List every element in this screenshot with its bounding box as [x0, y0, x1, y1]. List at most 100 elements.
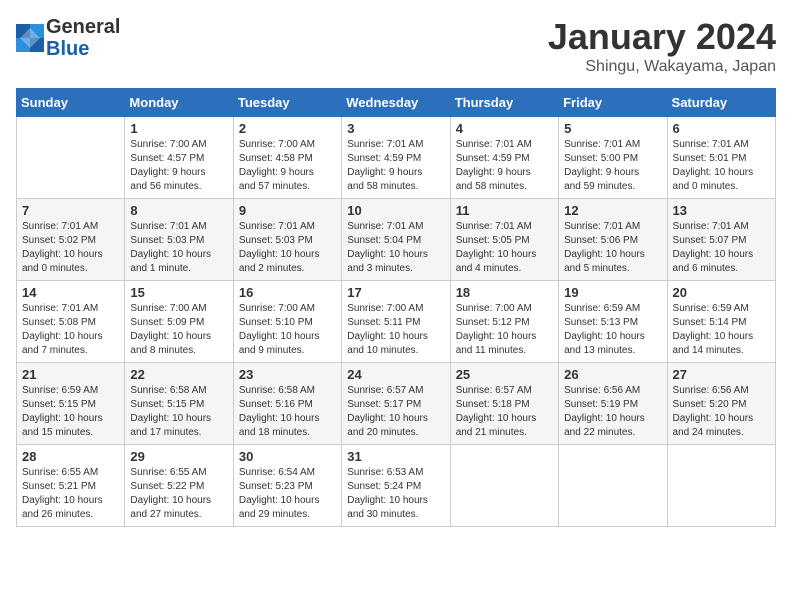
day-info: Sunrise: 7:01 AMSunset: 4:59 PMDaylight:…	[456, 138, 553, 194]
day-number: 5	[564, 121, 661, 136]
calendar-cell: 14 Sunrise: 7:01 AMSunset: 5:08 PMDayligh…	[17, 281, 125, 363]
day-number: 25	[456, 367, 553, 382]
calendar-cell	[450, 445, 558, 527]
day-number: 31	[347, 449, 444, 464]
day-info: Sunrise: 7:01 AMSunset: 5:08 PMDaylight:…	[22, 302, 119, 358]
day-info: Sunrise: 6:59 AMSunset: 5:14 PMDaylight:…	[673, 302, 770, 358]
calendar-cell: 6Sunrise: 7:01 AMSunset: 5:01 PMDaylight…	[667, 117, 775, 199]
day-number: 12	[564, 203, 661, 218]
day-info: Sunrise: 6:56 AMSunset: 5:19 PMDaylight:…	[564, 384, 661, 440]
title-block: January 2024 Shingu, Wakayama, Japan	[548, 16, 776, 76]
day-info: Sunrise: 7:01 AMSunset: 5:03 PMDaylight:…	[239, 220, 336, 276]
day-info: Sunrise: 6:57 AMSunset: 5:18 PMDaylight:…	[456, 384, 553, 440]
day-number: 6	[673, 121, 770, 136]
day-info: Sunrise: 7:01 AMSunset: 5:07 PMDaylight:…	[673, 220, 770, 276]
month-title: January 2024	[548, 16, 776, 58]
calendar-cell: 17 Sunrise: 7:00 AMSunset: 5:11 PMDayligh…	[342, 281, 450, 363]
day-info: Sunrise: 7:01 AMSunset: 5:06 PMDaylight:…	[564, 220, 661, 276]
weekday-header-friday: Friday	[559, 89, 667, 117]
calendar-cell: 11 Sunrise: 7:01 AMSunset: 5:05 PMDayligh…	[450, 199, 558, 281]
weekday-header-sunday: Sunday	[17, 89, 125, 117]
day-info: Sunrise: 7:01 AMSunset: 5:05 PMDaylight:…	[456, 220, 553, 276]
day-info: Sunrise: 6:56 AMSunset: 5:20 PMDaylight:…	[673, 384, 770, 440]
day-number: 24	[347, 367, 444, 382]
day-number: 26	[564, 367, 661, 382]
calendar-cell: 31 Sunrise: 6:53 AMSunset: 5:24 PMDayligh…	[342, 445, 450, 527]
calendar-cell: 8 Sunrise: 7:01 AMSunset: 5:03 PMDaylight…	[125, 199, 233, 281]
calendar-week-3: 21 Sunrise: 6:59 AMSunset: 5:15 PMDayligh…	[17, 363, 776, 445]
day-info: Sunrise: 7:00 AMSunset: 4:57 PMDaylight:…	[130, 138, 227, 194]
page-header: General Blue January 2024 Shingu, Wakaya…	[16, 16, 776, 76]
day-info: Sunrise: 6:58 AMSunset: 5:15 PMDaylight:…	[130, 384, 227, 440]
day-number: 20	[673, 285, 770, 300]
day-info: Sunrise: 7:00 AMSunset: 4:58 PMDaylight:…	[239, 138, 336, 194]
calendar-cell: 5 Sunrise: 7:01 AMSunset: 5:00 PMDaylight…	[559, 117, 667, 199]
day-number: 11	[456, 203, 553, 218]
day-info: Sunrise: 6:55 AMSunset: 5:22 PMDaylight:…	[130, 466, 227, 522]
day-info: Sunrise: 7:01 AMSunset: 5:03 PMDaylight:…	[130, 220, 227, 276]
calendar-body: 1Sunrise: 7:00 AMSunset: 4:57 PMDaylight…	[17, 117, 776, 527]
day-number: 17	[347, 285, 444, 300]
day-info: Sunrise: 6:59 AMSunset: 5:13 PMDaylight:…	[564, 302, 661, 358]
calendar-cell: 21 Sunrise: 6:59 AMSunset: 5:15 PMDayligh…	[17, 363, 125, 445]
day-info: Sunrise: 6:54 AMSunset: 5:23 PMDaylight:…	[239, 466, 336, 522]
calendar-cell: 23Sunrise: 6:58 AMSunset: 5:16 PMDayligh…	[233, 363, 341, 445]
day-number: 28	[22, 449, 119, 464]
calendar-cell: 30 Sunrise: 6:54 AMSunset: 5:23 PMDayligh…	[233, 445, 341, 527]
calendar-week-0: 1Sunrise: 7:00 AMSunset: 4:57 PMDaylight…	[17, 117, 776, 199]
calendar-cell: 18Sunrise: 7:00 AMSunset: 5:12 PMDayligh…	[450, 281, 558, 363]
logo-blue: Blue	[46, 38, 89, 60]
calendar-cell: 16Sunrise: 7:00 AMSunset: 5:10 PMDayligh…	[233, 281, 341, 363]
calendar-cell: 3Sunrise: 7:01 AMSunset: 4:59 PMDaylight…	[342, 117, 450, 199]
weekday-header-row: SundayMondayTuesdayWednesdayThursdayFrid…	[17, 89, 776, 117]
day-info: Sunrise: 7:01 AMSunset: 5:00 PMDaylight:…	[564, 138, 661, 194]
day-number: 29	[130, 449, 227, 464]
day-number: 10	[347, 203, 444, 218]
day-number: 7	[22, 203, 119, 218]
day-number: 30	[239, 449, 336, 464]
weekday-header-saturday: Saturday	[667, 89, 775, 117]
calendar-week-4: 28 Sunrise: 6:55 AMSunset: 5:21 PMDayligh…	[17, 445, 776, 527]
day-number: 13	[673, 203, 770, 218]
day-number: 8	[130, 203, 227, 218]
logo-icon	[16, 24, 44, 52]
calendar-cell: 12 Sunrise: 7:01 AMSunset: 5:06 PMDayligh…	[559, 199, 667, 281]
day-number: 15	[130, 285, 227, 300]
day-info: Sunrise: 7:01 AMSunset: 5:02 PMDaylight:…	[22, 220, 119, 276]
day-number: 14	[22, 285, 119, 300]
day-info: Sunrise: 6:55 AMSunset: 5:21 PMDaylight:…	[22, 466, 119, 522]
day-number: 2	[239, 121, 336, 136]
day-info: Sunrise: 6:59 AMSunset: 5:15 PMDaylight:…	[22, 384, 119, 440]
calendar-cell: 10Sunrise: 7:01 AMSunset: 5:04 PMDayligh…	[342, 199, 450, 281]
calendar-cell: 7 Sunrise: 7:01 AMSunset: 5:02 PMDaylight…	[17, 199, 125, 281]
weekday-header-tuesday: Tuesday	[233, 89, 341, 117]
day-info: Sunrise: 6:57 AMSunset: 5:17 PMDaylight:…	[347, 384, 444, 440]
calendar-cell: 19 Sunrise: 6:59 AMSunset: 5:13 PMDayligh…	[559, 281, 667, 363]
calendar-cell: 9 Sunrise: 7:01 AMSunset: 5:03 PMDaylight…	[233, 199, 341, 281]
day-info: Sunrise: 6:53 AMSunset: 5:24 PMDaylight:…	[347, 466, 444, 522]
day-number: 18	[456, 285, 553, 300]
day-number: 19	[564, 285, 661, 300]
calendar-cell: 1Sunrise: 7:00 AMSunset: 4:57 PMDaylight…	[125, 117, 233, 199]
day-info: Sunrise: 7:00 AMSunset: 5:09 PMDaylight:…	[130, 302, 227, 358]
calendar-cell: 26 Sunrise: 6:56 AMSunset: 5:19 PMDayligh…	[559, 363, 667, 445]
calendar-cell	[17, 117, 125, 199]
calendar-week-1: 7 Sunrise: 7:01 AMSunset: 5:02 PMDaylight…	[17, 199, 776, 281]
calendar-cell: 25 Sunrise: 6:57 AMSunset: 5:18 PMDayligh…	[450, 363, 558, 445]
calendar-cell: 29 Sunrise: 6:55 AMSunset: 5:22 PMDayligh…	[125, 445, 233, 527]
calendar-cell: 20 Sunrise: 6:59 AMSunset: 5:14 PMDayligh…	[667, 281, 775, 363]
logo: General Blue	[16, 16, 120, 60]
location-subtitle: Shingu, Wakayama, Japan	[548, 58, 776, 76]
weekday-header-monday: Monday	[125, 89, 233, 117]
day-info: Sunrise: 7:01 AMSunset: 4:59 PMDaylight:…	[347, 138, 444, 194]
day-info: Sunrise: 7:00 AMSunset: 5:11 PMDaylight:…	[347, 302, 444, 358]
day-number: 9	[239, 203, 336, 218]
calendar-cell: 13 Sunrise: 7:01 AMSunset: 5:07 PMDayligh…	[667, 199, 775, 281]
day-number: 16	[239, 285, 336, 300]
calendar-cell: 2 Sunrise: 7:00 AMSunset: 4:58 PMDaylight…	[233, 117, 341, 199]
logo-general: General	[46, 16, 120, 38]
calendar-cell: 15 Sunrise: 7:00 AMSunset: 5:09 PMDayligh…	[125, 281, 233, 363]
calendar-cell: 28 Sunrise: 6:55 AMSunset: 5:21 PMDayligh…	[17, 445, 125, 527]
day-number: 21	[22, 367, 119, 382]
calendar-cell: 22Sunrise: 6:58 AMSunset: 5:15 PMDayligh…	[125, 363, 233, 445]
